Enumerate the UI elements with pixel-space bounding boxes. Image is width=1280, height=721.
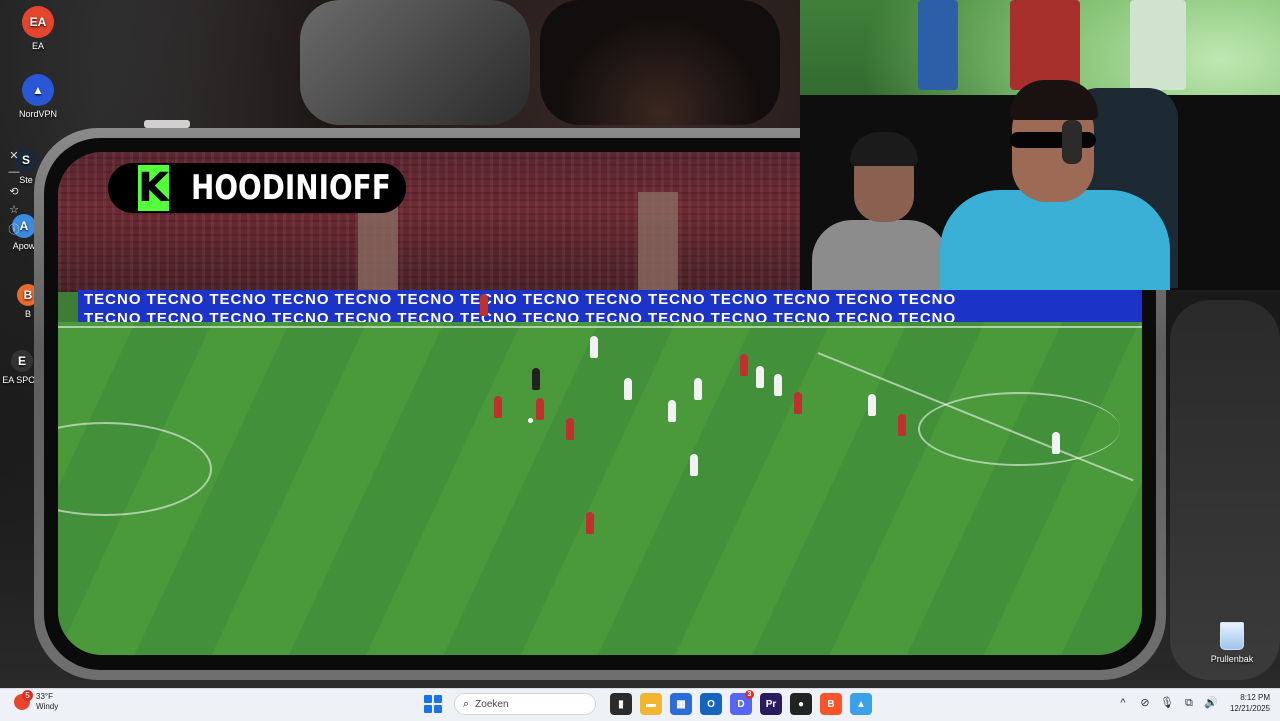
taskbar: 5 33°F Windy ⌕ Zoeken ▮ ▬ ▦ O D 3 Pr ● B…: [0, 688, 1280, 721]
floating-control-strip: ✕ — ⟲ ☆ ⓘ: [0, 140, 26, 400]
headset: [1062, 120, 1082, 164]
player: [774, 374, 782, 396]
store-button[interactable]: ▦: [670, 693, 692, 715]
microphone-icon[interactable]: 🎙: [1160, 696, 1174, 710]
streamer-body: [812, 220, 948, 290]
player: [740, 354, 748, 376]
taskbar-center: ⌕ Zoeken ▮ ▬ ▦ O D 3 Pr ● B ▲: [424, 690, 876, 715]
weather-temp: 33°F: [36, 692, 53, 701]
start-button[interactable]: [424, 695, 442, 713]
channel-name: HOODINIOFF: [191, 168, 391, 208]
stadium-stairs: [638, 192, 678, 292]
weather-widget[interactable]: 5 33°F Windy: [14, 690, 58, 712]
search-placeholder: Zoeken: [475, 698, 509, 710]
player: [868, 394, 876, 416]
desktop-icon-ea[interactable]: EA EA: [10, 6, 66, 51]
player: [1052, 432, 1060, 454]
kick-logo-icon: K: [138, 165, 169, 211]
desktop-icon-label: NordVPN: [18, 109, 57, 119]
wall-jersey: [1010, 0, 1080, 90]
star-icon[interactable]: ☆: [8, 204, 20, 216]
player: [756, 366, 764, 388]
close-icon[interactable]: ✕: [8, 150, 20, 162]
player: [536, 398, 544, 420]
recycle-bin-icon: [1220, 622, 1244, 650]
notification-badge: 3: [745, 690, 754, 699]
collapse-handle[interactable]: [144, 120, 190, 128]
streamer-right: [940, 80, 1170, 290]
search-box[interactable]: ⌕ Zoeken: [454, 693, 596, 715]
wifi-off-icon[interactable]: ⊘: [1138, 696, 1152, 710]
weather-condition: Windy: [36, 702, 59, 711]
discord-button[interactable]: D 3: [730, 690, 754, 715]
file-explorer-button[interactable]: ▬: [640, 693, 662, 715]
minimize-icon[interactable]: —: [8, 166, 20, 178]
center-circle: [58, 422, 212, 516]
clock-date: 12/21/2025: [1229, 704, 1270, 713]
player: [586, 512, 594, 534]
volume-icon[interactable]: 🔊: [1204, 696, 1218, 710]
obs-button[interactable]: ●: [790, 693, 812, 715]
penalty-arc: [918, 392, 1120, 466]
player: [794, 392, 802, 414]
player: [590, 336, 598, 358]
wall-jersey: [918, 0, 958, 90]
sunglasses: [1010, 132, 1096, 148]
brave-button[interactable]: B: [820, 693, 842, 715]
wall-jersey: [1130, 0, 1186, 90]
clock-time: 8:12 PM: [1240, 693, 1270, 702]
notification-badge: 5: [22, 690, 33, 701]
referee: [532, 368, 540, 390]
desktop-icon-label: EA: [31, 41, 44, 51]
channel-badge: K HOODINIOFF: [108, 163, 406, 213]
player: [566, 418, 574, 440]
clock[interactable]: 8:12 PM 12/21/2025: [1230, 692, 1270, 714]
display-icon[interactable]: ⧉: [1182, 696, 1196, 710]
task-view-button[interactable]: ▮: [610, 693, 632, 715]
premiere-button[interactable]: Pr: [760, 693, 782, 715]
player: [624, 378, 632, 400]
weather-icon: 5: [14, 690, 33, 710]
streamer-hair: [1010, 80, 1098, 120]
wallpaper-figure: [540, 0, 780, 125]
outlook-button[interactable]: O: [700, 693, 722, 715]
wallpaper-figure: [300, 0, 530, 125]
desktop-icon-recycle-bin[interactable]: Prullenbak: [1206, 622, 1258, 664]
webcam-overlay: [800, 0, 1280, 290]
nordvpn-icon: ▲: [22, 74, 54, 106]
desktop-icon-nordvpn[interactable]: ▲ NordVPN: [10, 74, 66, 119]
streamer-left: [812, 132, 948, 290]
player: [690, 454, 698, 476]
player: [694, 378, 702, 400]
touch-line: [58, 326, 1142, 328]
photos-button[interactable]: ▲: [850, 693, 872, 715]
player: [494, 396, 502, 418]
rotate-icon[interactable]: ⟲: [8, 186, 20, 198]
discord-icon: D: [737, 698, 745, 710]
chevron-up-icon[interactable]: ^: [1116, 696, 1130, 710]
ad-board-row: TECNO TECNO TECNO TECNO TECNO TECNO TECN…: [84, 291, 957, 308]
system-tray: ^ ⊘ 🎙 ⧉ 🔊 8:12 PM 12/21/2025: [1112, 692, 1270, 714]
player: [668, 400, 676, 422]
player: [480, 294, 488, 316]
player: [898, 414, 906, 436]
football-pitch: [58, 294, 1142, 655]
info-icon[interactable]: ⓘ: [8, 224, 20, 236]
streamer-body: [940, 190, 1170, 290]
recycle-bin-label: Prullenbak: [1210, 654, 1254, 664]
search-icon: ⌕: [463, 697, 470, 710]
football: [528, 418, 533, 423]
ea-icon: EA: [22, 6, 54, 38]
weather-text: 33°F Windy: [36, 692, 58, 712]
